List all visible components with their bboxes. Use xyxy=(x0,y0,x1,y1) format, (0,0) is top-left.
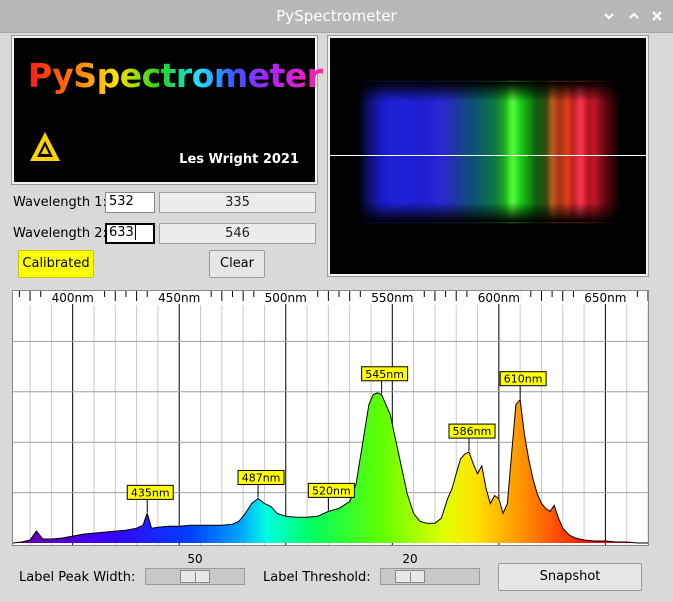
snapshot-button[interactable]: Snapshot xyxy=(498,563,642,591)
title-bar: PySpectrometer xyxy=(0,0,673,33)
wavelength2-value: 633 xyxy=(109,225,134,240)
peak-label-text: 586nm xyxy=(453,425,492,438)
spectrum-fill xyxy=(13,392,648,543)
wavelength2-pixel-readout: 546 xyxy=(159,223,316,244)
peak-label-text: 435nm xyxy=(131,486,170,499)
spectrum-band-fade xyxy=(358,82,620,222)
scan-line xyxy=(330,155,646,156)
x-tick-label: 600nm xyxy=(478,291,520,305)
window-title: PySpectrometer xyxy=(276,7,397,25)
x-tick-label: 450nm xyxy=(158,291,200,305)
wavelength2-label: Wavelength 2: xyxy=(13,226,107,241)
x-tick-label: 400nm xyxy=(52,291,94,305)
spectrum-graph: 400nm 450nm 500nm 550nm 600nm 650nm 435nm 487n… xyxy=(12,290,649,546)
peak-label-text: 487nm xyxy=(242,472,281,485)
threshold-slider[interactable] xyxy=(380,568,480,585)
peak-label-text: 545nm xyxy=(365,368,404,381)
x-tick-label: 550nm xyxy=(371,291,413,305)
logo-title: PySpectrometer xyxy=(28,56,323,95)
maximize-icon[interactable] xyxy=(626,8,642,24)
threshold-label: Label Threshold: xyxy=(263,570,371,585)
peak-label-text: 520nm xyxy=(312,484,351,497)
x-tick-label: 650nm xyxy=(584,291,626,305)
peak-label: 435nm xyxy=(126,484,174,513)
wavelength2-input[interactable]: 633 xyxy=(105,223,155,244)
wavelength1-pixel-readout: 335 xyxy=(159,192,316,213)
wavelength1-input[interactable]: 532 xyxy=(105,192,155,213)
peak-width-slider[interactable] xyxy=(145,568,245,585)
threshold-value: 20 xyxy=(402,552,418,566)
logo-author: Les Wright 2021 xyxy=(179,152,299,167)
peak-label: 545nm xyxy=(361,366,409,394)
peak-width-value: 50 xyxy=(187,552,203,566)
x-tick-label: 500nm xyxy=(265,291,307,305)
calibrated-button[interactable]: Calibrated xyxy=(18,250,94,278)
threshold-slider-handle[interactable] xyxy=(395,570,426,583)
wavelength1-label: Wavelength 1: xyxy=(13,195,107,210)
logo-panel: PySpectrometer Les Wright 2021 xyxy=(11,35,323,185)
peak-width-label: Label Peak Width: xyxy=(19,570,136,585)
clear-button[interactable]: Clear xyxy=(209,250,265,278)
minimize-icon[interactable] xyxy=(601,8,617,24)
close-icon[interactable] xyxy=(649,8,665,24)
camera-preview xyxy=(327,35,649,277)
peak-label: 487nm xyxy=(237,470,285,498)
spectrum-chart: 400nm 450nm 500nm 550nm 600nm 650nm 435nm 487n… xyxy=(13,291,648,545)
warning-triangle-icon xyxy=(28,130,62,164)
peak-label-text: 610nm xyxy=(504,373,543,386)
peak-label: 610nm xyxy=(499,371,547,399)
peak-width-slider-handle[interactable] xyxy=(180,570,210,583)
text-cursor xyxy=(134,225,136,240)
